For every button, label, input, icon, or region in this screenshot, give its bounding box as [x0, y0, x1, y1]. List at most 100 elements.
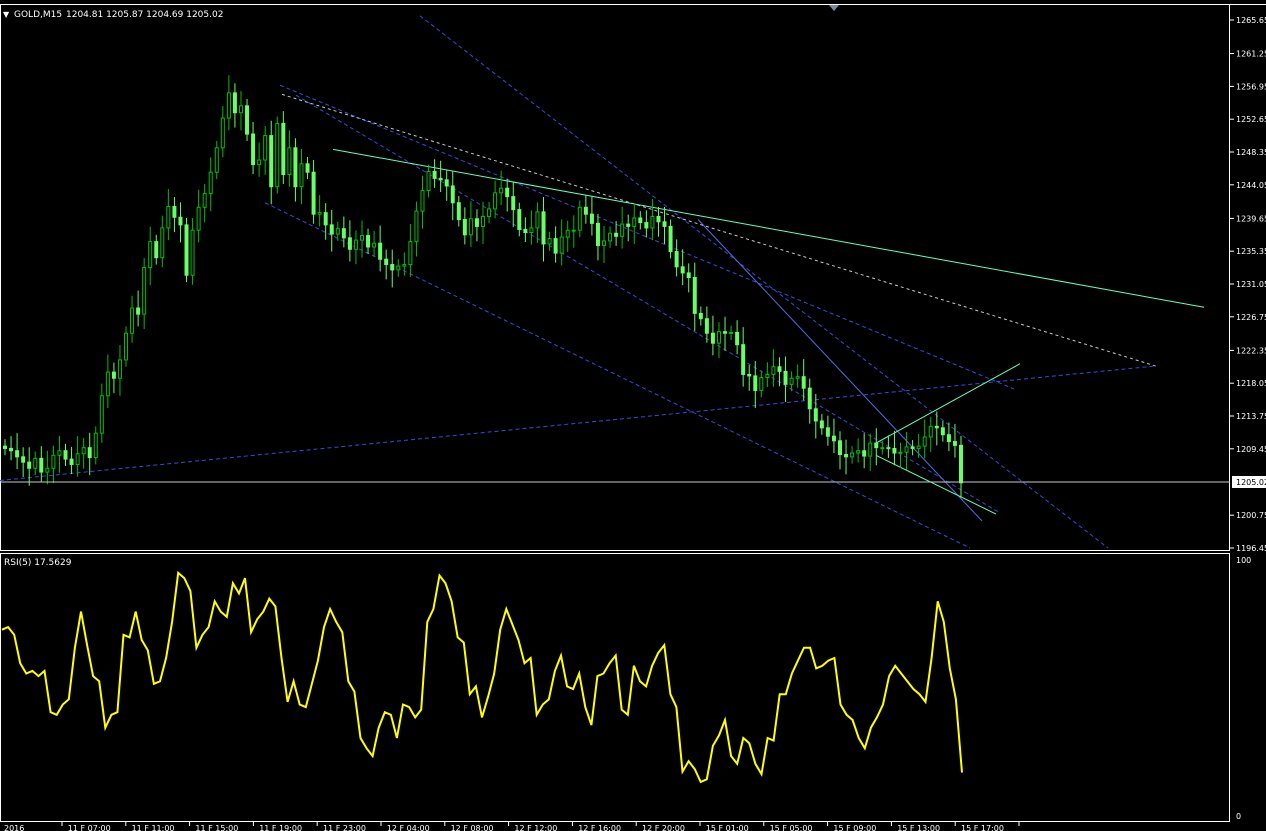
candle-body: [69, 458, 74, 465]
candle-body: [468, 218, 473, 236]
price-tick-label: 1252.65: [1236, 115, 1266, 124]
candle-body: [81, 447, 86, 455]
candle-body: [208, 171, 213, 195]
price-tick-label: 1231.05: [1236, 280, 1266, 289]
candle-body: [51, 454, 56, 469]
candle-body: [438, 177, 443, 181]
chart-window[interactable]: 1205.02 1265.65 1261.25 1256.95 1252.65 1248…: [0, 0, 1266, 831]
candle-body: [287, 147, 292, 176]
candle-body: [959, 444, 963, 484]
candle-body: [517, 209, 522, 230]
candle-body: [323, 212, 328, 226]
candle-body: [807, 387, 812, 410]
candle-body: [837, 440, 842, 456]
candle-body: [735, 331, 740, 346]
candle-body: [765, 373, 770, 378]
candle-body: [753, 375, 758, 391]
candle-body: [614, 232, 619, 237]
candle-body: [493, 192, 498, 210]
price-tick-label: 1213.75: [1236, 412, 1266, 421]
candle-body: [795, 376, 800, 379]
rsi-label: RSI(5) 17.5629: [4, 558, 72, 568]
candle-body: [886, 447, 891, 450]
candle-body: [547, 238, 552, 245]
candle-body: [281, 122, 286, 176]
candle-body: [353, 239, 358, 250]
candle-body: [541, 211, 546, 245]
time-tick-label: 11 F 15:00: [195, 824, 238, 831]
candle-body: [577, 206, 582, 231]
candle-body: [668, 225, 673, 253]
time-tick-label: 15 F 09:00: [833, 824, 876, 831]
candle-body: [922, 436, 927, 447]
candle-body: [39, 457, 44, 473]
candle-body: [716, 331, 721, 344]
candle-body: [15, 450, 20, 458]
time-tick-label: 15 F 13:00: [897, 824, 940, 831]
candle-body: [9, 447, 14, 452]
candle-body: [444, 179, 449, 187]
time-tick-label: 12 F 16:00: [578, 824, 621, 831]
candle-body: [729, 331, 734, 334]
candle-body: [662, 221, 667, 227]
candle-body: [202, 193, 207, 208]
time-tick-label: 12 F 12:00: [514, 824, 557, 831]
candle-body: [844, 454, 849, 458]
candle-body: [245, 105, 250, 135]
candle-body: [481, 215, 485, 227]
candle-body: [196, 206, 201, 231]
candle-body: [686, 272, 691, 279]
candle-body: [650, 215, 655, 229]
candle-body: [620, 223, 625, 237]
candle-body: [166, 206, 171, 229]
price-tick-label: 1235.35: [1236, 247, 1266, 256]
candle-body: [602, 240, 607, 246]
candle-body: [747, 373, 752, 377]
candle-body: [608, 232, 613, 242]
candle-body: [220, 117, 225, 149]
candle-body: [105, 371, 110, 397]
time-tick-label: 15 F 05:00: [770, 824, 813, 831]
candle-body: [505, 187, 510, 198]
candle-body: [698, 312, 703, 320]
candle-body: [898, 451, 903, 454]
candle-body: [311, 171, 316, 215]
candle-body: [359, 235, 364, 241]
candle-body: [45, 467, 50, 473]
candle-body: [940, 427, 945, 436]
time-tick-label: 12 F 08:00: [451, 824, 494, 831]
candle-body: [511, 196, 516, 211]
candle-body: [214, 147, 219, 173]
candle-body: [874, 442, 879, 449]
candle-body: [160, 227, 165, 259]
candle-body: [474, 218, 479, 227]
candle-body: [299, 163, 304, 188]
candle-body: [450, 185, 455, 204]
candle-body: [347, 237, 352, 250]
candle-body: [595, 222, 600, 246]
candle-body: [523, 228, 528, 233]
chart-background: [0, 0, 1266, 831]
candle-body: [305, 163, 310, 173]
candle-body: [136, 307, 141, 315]
candle-body: [868, 442, 873, 457]
price-tick-label: 1244.05: [1236, 181, 1266, 190]
candle-body: [372, 242, 377, 248]
candle-body: [771, 366, 776, 375]
candle-body: [341, 228, 346, 239]
candle-body: [87, 447, 92, 459]
candle-body: [251, 133, 256, 166]
chart-menu-icon[interactable]: ▼: [3, 10, 10, 19]
candle-body: [432, 170, 437, 179]
candle-body: [710, 332, 715, 344]
time-tick-label: 2016: [4, 824, 24, 831]
candle-body: [378, 242, 383, 260]
time-tick-label: 11 F 11:00: [132, 824, 175, 831]
candle-body: [426, 170, 431, 192]
candle-body: [3, 445, 7, 449]
candle-body: [741, 344, 746, 375]
candle-body: [487, 208, 492, 217]
candle-body: [130, 307, 135, 334]
candle-body: [75, 453, 80, 465]
candle-body: [583, 206, 588, 215]
